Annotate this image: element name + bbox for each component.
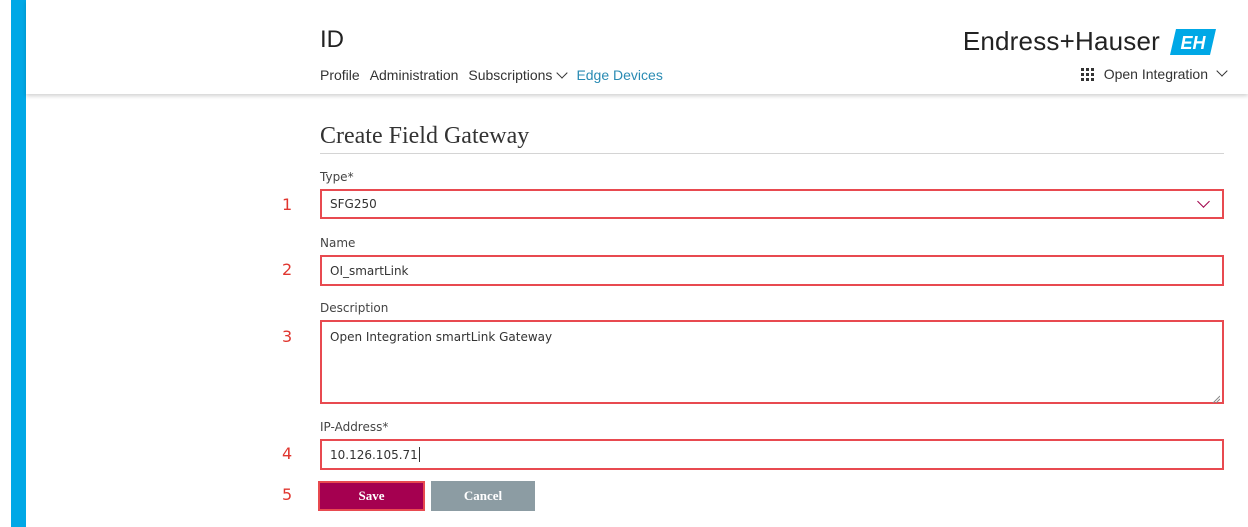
text-caret: [418, 447, 420, 462]
nav-subscriptions-label: Subscriptions: [468, 67, 553, 83]
chevron-down-icon: [1197, 195, 1210, 208]
save-button[interactable]: Save: [318, 481, 425, 511]
name-label: Name: [320, 236, 356, 250]
brand-name: Endress+Hauser: [962, 26, 1160, 56]
app-switcher[interactable]: Open Integration: [1080, 65, 1228, 82]
chevron-down-icon: [1216, 65, 1228, 77]
nav-administration[interactable]: Administration: [370, 67, 459, 83]
type-select[interactable]: SFG250: [320, 189, 1224, 219]
chevron-down-icon: [556, 67, 569, 79]
svg-text:EH: EH: [1180, 33, 1206, 53]
annotation-number-1: 1: [282, 195, 293, 214]
divider: [320, 153, 1224, 154]
description-label: Description: [320, 301, 389, 315]
app-switcher-label: Open Integration: [1103, 66, 1208, 82]
left-accent-bar: [11, 0, 26, 527]
app-title: ID: [320, 26, 344, 53]
nav-subscriptions[interactable]: Subscriptions: [468, 67, 569, 83]
eh-logo-icon: EH: [1170, 28, 1216, 55]
brand: Endress+Hauser EH: [963, 26, 1216, 57]
ip-address-input-value: 10.126.105.71: [330, 447, 418, 462]
type-select-value: SFG250: [330, 197, 377, 211]
description-textarea-value: Open Integration smartLink Gateway: [330, 330, 553, 344]
name-input[interactable]: OI_smartLink: [320, 255, 1224, 286]
main-nav: Profile Administration Subscriptions Edg…: [320, 67, 663, 83]
name-input-value: OI_smartLink: [330, 263, 409, 278]
ip-address-input[interactable]: 10.126.105.71: [320, 439, 1224, 470]
apps-grid-icon: [1080, 67, 1094, 81]
nav-edge-devices[interactable]: Edge Devices: [576, 67, 662, 83]
nav-profile[interactable]: Profile: [320, 67, 360, 83]
cancel-button[interactable]: Cancel: [431, 481, 535, 511]
annotation-number-4: 4: [282, 444, 293, 463]
type-label: Type*: [320, 170, 354, 184]
description-textarea[interactable]: Open Integration smartLink Gateway: [320, 320, 1224, 404]
annotation-number-3: 3: [282, 327, 293, 346]
resize-grip-icon[interactable]: [1212, 392, 1221, 404]
top-header: ID Profile Administration Subscriptions …: [26, 0, 1248, 94]
page-title: Create Field Gateway: [320, 123, 530, 149]
annotation-number-2: 2: [282, 260, 293, 279]
annotation-number-5: 5: [282, 485, 293, 504]
ip-address-label: IP-Address*: [320, 420, 389, 434]
